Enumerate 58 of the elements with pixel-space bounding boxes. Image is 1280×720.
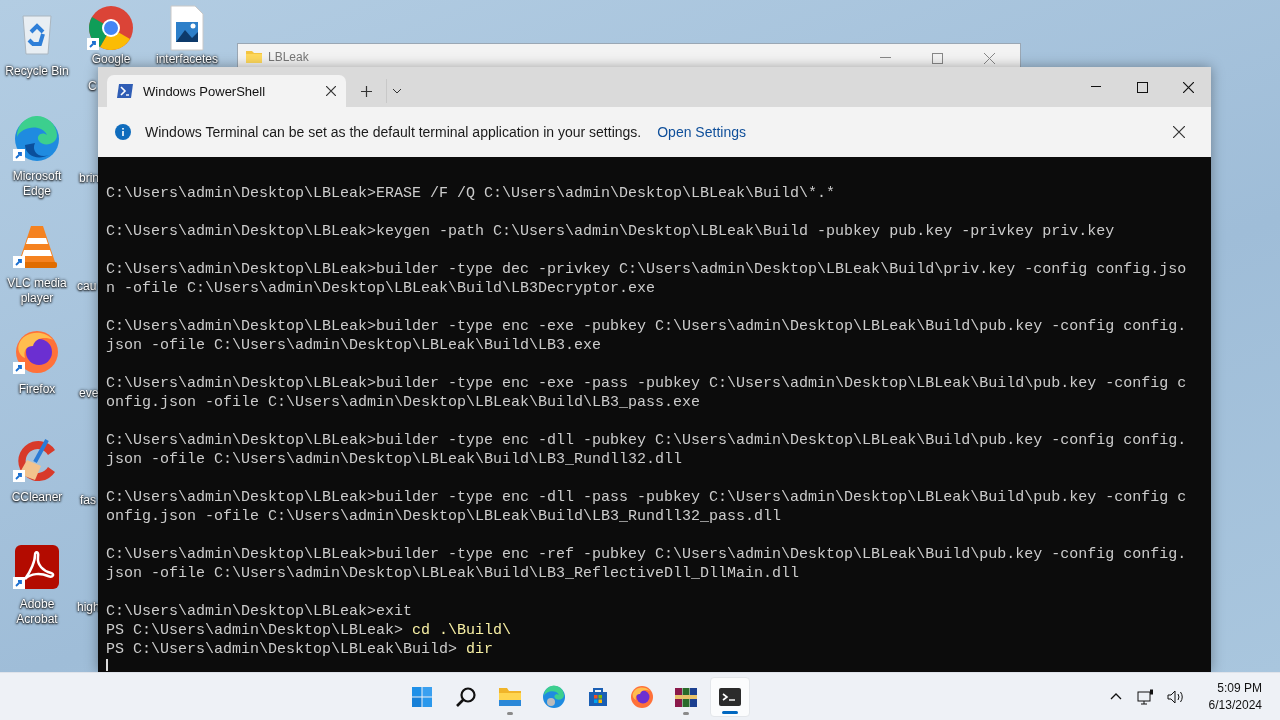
powershell-icon xyxy=(117,84,133,98)
desktop-icon-label[interactable]: Google xyxy=(75,52,147,66)
notice-message: Windows Terminal can be set as the default terminal application in your settings. xyxy=(145,124,642,140)
typed-command: cd .\Build\ xyxy=(412,621,512,640)
console-line: C:\Users\admin\Desktop\LBLeak>builder -type enc -exe -pubkey C:\Users\admin\Desktop\LBLeak\Build\pub.key -config config. xyxy=(106,317,1187,336)
shell-prompt: PS C:\Users\admin\Desktop\LBLeak\Build> xyxy=(106,640,458,659)
shell-prompt: PS C:\Users\admin\Desktop\LBLeak> xyxy=(106,621,404,640)
desktop-icon-label[interactable]: interfacetes xyxy=(151,52,223,66)
console-line: json -ofile C:\Users\admin\Desktop\LBLeak\Build\LB3.exe xyxy=(106,336,602,355)
desktop-icon-label[interactable]: Recycle Bin xyxy=(1,64,73,79)
desktop-icon-label[interactable]: Firefox xyxy=(1,382,73,397)
desktop-icon-label[interactable]: VLC media player xyxy=(1,276,73,306)
console-line: C:\Users\admin\Desktop\LBLeak>builder -type enc -exe -pass -pubkey C:\Users\admin\Desktop\LBLeak\Build\pub.key -config c xyxy=(106,374,1187,393)
browser-icon xyxy=(13,328,61,376)
open-settings-link[interactable]: Open Settings xyxy=(657,124,746,140)
terminal-tab[interactable]: Windows PowerShell xyxy=(107,75,346,107)
close-icon[interactable] xyxy=(326,86,336,96)
console-line: json -ofile C:\Users\admin\Desktop\LBLeak\Build\LB3_Rundll32.dll xyxy=(106,450,683,469)
window-title: LBLeak xyxy=(268,50,309,64)
console-line: C:\Users\admin\Desktop\LBLeak>builder -type enc -ref -pubkey C:\Users\admin\Desktop\LBLeak\Build\pub.key -config config. xyxy=(106,545,1187,564)
desktop-icon-label[interactable]: C xyxy=(88,79,97,94)
console-line: C:\Users\admin\Desktop\LBLeak>keygen -path C:\Users\admin\Desktop\LBLeak\Build -pubkey pub.key -privkey priv.key xyxy=(106,222,1115,241)
desktop-icon-label[interactable]: Adobe Acrobat xyxy=(1,597,73,627)
desktop-icon-label[interactable]: CCleaner xyxy=(1,490,73,505)
desktop-icon-label[interactable]: cau xyxy=(77,279,97,294)
desktop-icon-label[interactable]: eve xyxy=(79,386,99,401)
desktop-icon-label[interactable]: high xyxy=(77,600,100,615)
typed-command: dir xyxy=(466,640,494,659)
desktop-icon-label[interactable]: brin xyxy=(79,171,99,186)
maximize-icon[interactable] xyxy=(1136,81,1148,93)
pdf-icon xyxy=(13,543,61,591)
close-icon[interactable] xyxy=(1173,126,1185,138)
clock-time[interactable]: 5:09 PM xyxy=(1217,679,1262,697)
close-icon[interactable] xyxy=(1182,81,1194,93)
console-line: C:\Users\admin\Desktop\LBLeak>ERASE /F /Q C:\Users\admin\Desktop\LBLeak\Build\*.* xyxy=(106,184,836,203)
console-line: onfig.json -ofile C:\Users\admin\Desktop\LBLeak\Build\LB3_pass.exe xyxy=(106,393,701,412)
browser-icon xyxy=(542,684,567,709)
folder-icon xyxy=(246,50,262,63)
taskbar-button[interactable] xyxy=(710,676,751,717)
text-cursor xyxy=(106,659,108,671)
console-line: json -ofile C:\Users\admin\Desktop\LBLeak\Build\LB3_ReflectiveDll_DllMain.dll xyxy=(106,564,800,583)
desktop-icon-label[interactable]: Microsoft Edge xyxy=(1,169,73,199)
plus-icon[interactable] xyxy=(360,85,372,97)
browser-icon xyxy=(13,115,61,163)
desktop-icon-label[interactable]: fas xyxy=(80,493,96,508)
console-line: onfig.json -ofile C:\Users\admin\Desktop\LBLeak\Build\LB3_Rundll32_pass.dll xyxy=(106,507,782,526)
console-line: C:\Users\admin\Desktop\LBLeak>builder -type dec -privkey C:\Users\admin\Desktop\LBLeak\Build\priv.key -config config.jso xyxy=(106,260,1187,279)
console-line: C:\Users\admin\Desktop\LBLeak>builder -type enc -dll -pubkey C:\Users\admin\Desktop\LBLeak\Build\pub.key -config config. xyxy=(106,431,1187,450)
browser-icon xyxy=(630,684,655,709)
info-icon xyxy=(115,124,131,140)
windows-start-icon xyxy=(410,684,435,709)
browser-icon xyxy=(87,4,135,52)
console-line: C:\Users\admin\Desktop\LBLeak>builder -type enc -dll -pass -pubkey C:\Users\admin\Desktop\LBLeak\Build\pub.key -config c xyxy=(106,488,1187,507)
console-line: C:\Users\admin\Desktop\LBLeak>exit xyxy=(106,602,413,621)
clock-date[interactable]: 6/13/2024 xyxy=(1208,696,1262,714)
minimize-icon[interactable] xyxy=(1091,86,1101,88)
console-line: n -ofile C:\Users\admin\Desktop\LBLeak\Build\LB3Decryptor.exe xyxy=(106,279,656,298)
chevron-down-icon[interactable] xyxy=(392,88,402,94)
